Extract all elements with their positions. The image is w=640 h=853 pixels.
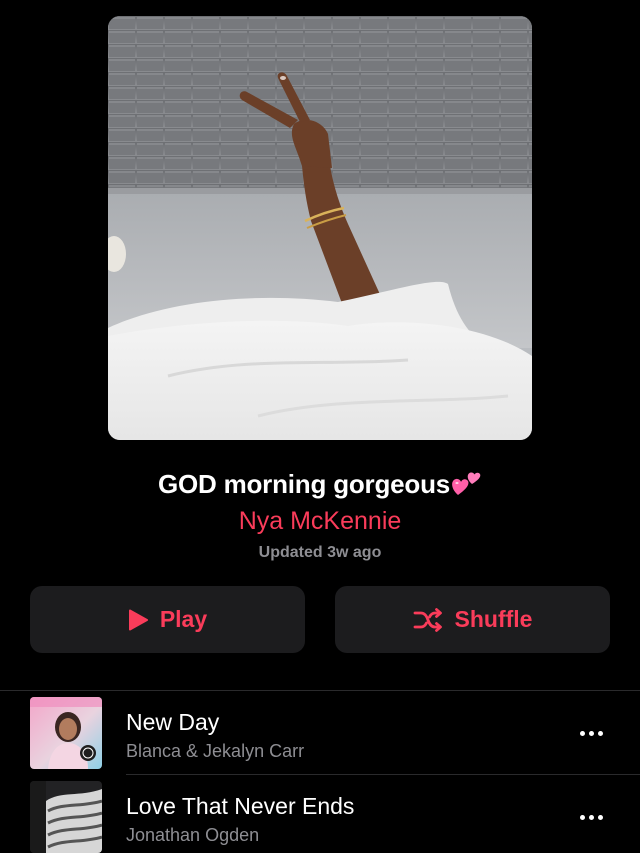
more-options-icon[interactable]	[572, 721, 610, 745]
shuffle-button[interactable]: Shuffle	[335, 586, 610, 653]
track-artwork	[30, 781, 102, 853]
more-options-icon[interactable]	[572, 805, 610, 829]
playlist-title: GOD morning gorgeous	[0, 468, 640, 504]
track-artist: Blanca & Jekalyn Carr	[126, 741, 305, 761]
play-label: Play	[159, 606, 208, 632]
track-row[interactable]: Love That Never Ends Jonathan Ogden	[0, 775, 640, 853]
track-row[interactable]: New Day Blanca & Jekalyn Carr	[0, 691, 640, 775]
updated-label: Updated 3w ago	[258, 544, 382, 561]
two-hearts-emoji-icon	[452, 471, 482, 504]
curator-link[interactable]: Nya McKennie	[0, 506, 640, 536]
track-title: Love That Never Ends	[126, 793, 355, 819]
track-artwork	[30, 697, 102, 769]
shuffle-label: Shuffle	[454, 606, 533, 632]
track-title: New Day	[126, 709, 220, 735]
play-button[interactable]: Play	[30, 586, 305, 653]
playlist-artwork	[108, 16, 532, 440]
shuffle-icon	[413, 607, 443, 632]
play-icon	[128, 609, 148, 631]
playlist-screen: GOD morning gorgeous Nya McKennie Update…	[0, 0, 640, 853]
artwork-photo	[108, 16, 532, 440]
playlist-title-text: GOD morning gorgeous	[157, 469, 451, 499]
track-artist: Jonathan Ogden	[126, 825, 260, 845]
